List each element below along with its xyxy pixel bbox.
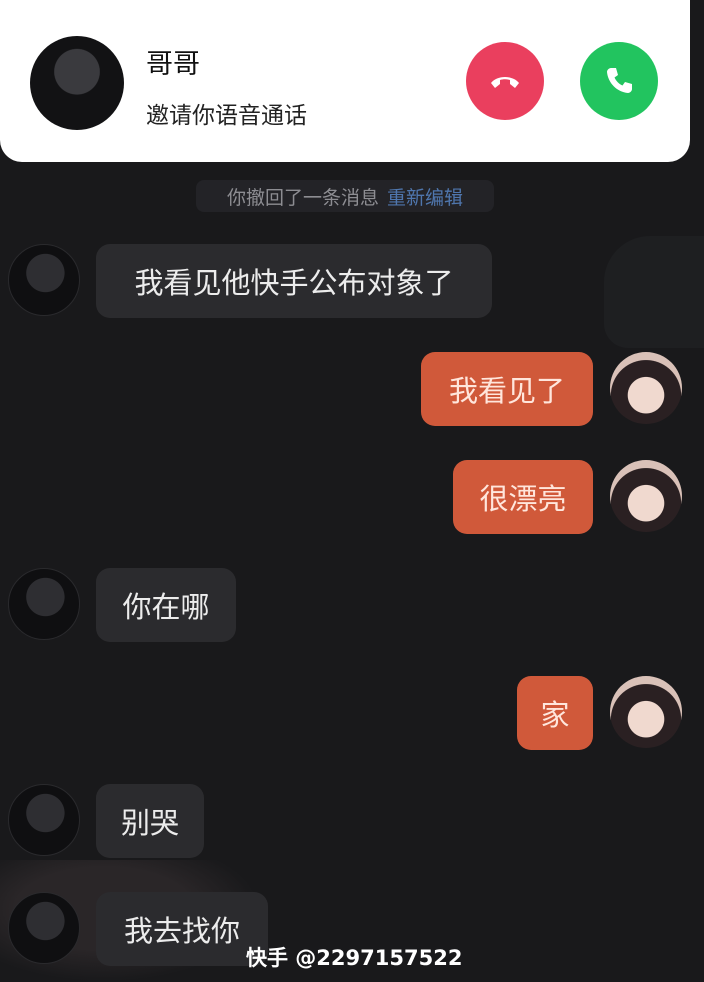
message-bubble-received[interactable]: 别哭: [96, 784, 204, 858]
message-bubble-received[interactable]: 我看见他快手公布对象了: [96, 244, 492, 318]
accept-call-button[interactable]: [580, 42, 658, 120]
re-edit-link[interactable]: 重新编辑: [387, 183, 463, 210]
message-bubble-sent[interactable]: 我看见了: [421, 352, 593, 426]
my-avatar[interactable]: [610, 352, 682, 424]
phone-hangup-icon: [491, 77, 519, 88]
my-avatar[interactable]: [610, 676, 682, 748]
recall-notice: 你撤回了一条消息 重新编辑: [196, 180, 494, 212]
contact-avatar[interactable]: [8, 568, 80, 640]
my-avatar[interactable]: [610, 460, 682, 532]
message-bubble-sent[interactable]: 家: [517, 676, 593, 750]
caller-avatar: [30, 36, 124, 130]
contact-avatar[interactable]: [8, 784, 80, 856]
background-shape: [604, 236, 704, 348]
contact-avatar[interactable]: [8, 892, 80, 964]
contact-avatar[interactable]: [8, 244, 80, 316]
incoming-call-banner[interactable]: 哥哥 邀请你语音通话: [0, 0, 690, 162]
recall-notice-text: 你撤回了一条消息: [226, 186, 379, 209]
call-subtitle: 邀请你语音通话: [146, 103, 307, 129]
caller-name: 哥哥: [146, 49, 200, 80]
phone-icon: [607, 68, 632, 93]
decline-call-button[interactable]: [466, 42, 544, 120]
message-bubble-sent[interactable]: 很漂亮: [453, 460, 593, 534]
message-bubble-received[interactable]: 我去找你: [96, 892, 268, 966]
message-bubble-received[interactable]: 你在哪: [96, 568, 236, 642]
watermark: 快手 @2297157522: [246, 946, 463, 970]
